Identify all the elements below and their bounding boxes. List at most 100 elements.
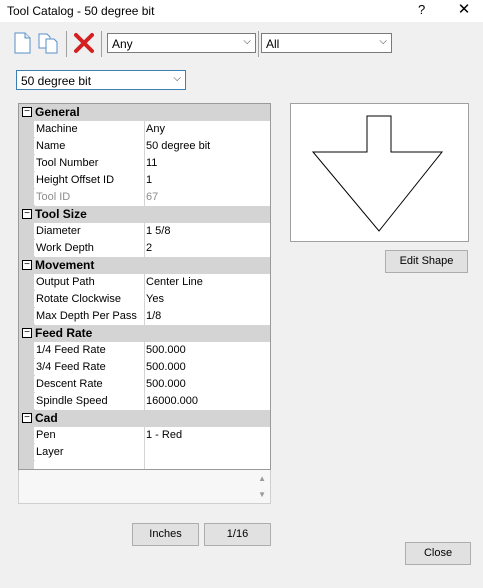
property-value[interactable]: Yes bbox=[145, 291, 270, 308]
category-label: General bbox=[35, 105, 80, 119]
property-name: Tool ID bbox=[35, 189, 145, 206]
scroll-down-icon[interactable]: ▼ bbox=[258, 490, 266, 499]
category-general[interactable]: − General bbox=[19, 104, 270, 121]
collapse-icon[interactable]: − bbox=[22, 413, 32, 423]
close-button[interactable]: Close bbox=[405, 542, 471, 565]
description-panel: ▲ ▼ bbox=[18, 470, 271, 504]
property-name bbox=[35, 461, 145, 469]
category-cad[interactable]: − Cad bbox=[19, 410, 270, 427]
property-row bbox=[19, 461, 270, 469]
property-row[interactable]: Rotate Clockwise Yes bbox=[19, 291, 270, 308]
property-row[interactable]: Spindle Speed 16000.000 bbox=[19, 393, 270, 410]
row-gutter bbox=[19, 393, 34, 410]
property-row[interactable]: Output Path Center Line bbox=[19, 274, 270, 291]
toolbar-separator bbox=[101, 31, 102, 57]
property-value[interactable]: Any bbox=[145, 121, 270, 138]
fraction-button[interactable]: 1/16 bbox=[204, 523, 271, 546]
row-gutter bbox=[19, 223, 34, 240]
row-gutter bbox=[19, 359, 34, 376]
inches-button[interactable]: Inches bbox=[132, 523, 199, 546]
property-value[interactable] bbox=[145, 444, 270, 461]
chevron-down-icon: ⌵ bbox=[243, 36, 251, 47]
property-row[interactable]: 3/4 Feed Rate 500.000 bbox=[19, 359, 270, 376]
row-gutter bbox=[19, 138, 34, 155]
delete-x-icon bbox=[74, 33, 94, 53]
help-button[interactable]: ? bbox=[418, 2, 425, 17]
property-value[interactable]: Center Line bbox=[145, 274, 270, 291]
property-value[interactable]: 1 - Red bbox=[145, 427, 270, 444]
property-row[interactable]: Pen 1 - Red bbox=[19, 427, 270, 444]
row-gutter bbox=[19, 189, 34, 206]
property-row[interactable]: Machine Any bbox=[19, 121, 270, 138]
row-gutter bbox=[19, 172, 34, 189]
property-name: Layer bbox=[35, 444, 145, 461]
property-grid[interactable]: − General Machine Any Name 50 degree bit… bbox=[18, 103, 271, 470]
toolbar-separator bbox=[258, 31, 259, 57]
filter-machine-select[interactable]: Any ⌵ bbox=[107, 33, 256, 53]
scroll-up-icon[interactable]: ▲ bbox=[258, 474, 266, 483]
collapse-icon[interactable]: − bbox=[22, 209, 32, 219]
property-value[interactable]: 1 bbox=[145, 172, 270, 189]
row-gutter bbox=[19, 444, 34, 461]
property-row[interactable]: Name 50 degree bit bbox=[19, 138, 270, 155]
category-label: Movement bbox=[35, 258, 95, 272]
chevron-down-icon: ⌵ bbox=[173, 73, 181, 84]
title-bar: Tool Catalog - 50 degree bit ? ✕ bbox=[0, 0, 483, 22]
tool-select-value: 50 degree bit bbox=[21, 74, 92, 88]
property-row[interactable]: Height Offset ID 1 bbox=[19, 172, 270, 189]
property-name: Machine bbox=[35, 121, 145, 138]
row-gutter bbox=[19, 121, 34, 138]
category-tool-size[interactable]: − Tool Size bbox=[19, 206, 270, 223]
property-value[interactable]: 1 5/8 bbox=[145, 223, 270, 240]
property-name: Pen bbox=[35, 427, 145, 444]
property-row[interactable]: Max Depth Per Pass 1/8 bbox=[19, 308, 270, 325]
row-gutter bbox=[19, 155, 34, 172]
property-row[interactable]: Work Depth 2 bbox=[19, 240, 270, 257]
property-value[interactable]: 1/8 bbox=[145, 308, 270, 325]
row-gutter bbox=[19, 240, 34, 257]
category-feed-rate[interactable]: − Feed Rate bbox=[19, 325, 270, 342]
property-name: 1/4 Feed Rate bbox=[35, 342, 145, 359]
tool-select[interactable]: 50 degree bit ⌵ bbox=[16, 70, 186, 90]
filter-category-select[interactable]: All ⌵ bbox=[261, 33, 392, 53]
property-name: Spindle Speed bbox=[35, 393, 145, 410]
property-row: Tool ID 67 bbox=[19, 189, 270, 206]
property-value[interactable]: 50 degree bit bbox=[145, 138, 270, 155]
property-name: Tool Number bbox=[35, 155, 145, 172]
collapse-icon[interactable]: − bbox=[22, 260, 32, 270]
property-row[interactable]: Tool Number 11 bbox=[19, 155, 270, 172]
property-row[interactable]: 1/4 Feed Rate 500.000 bbox=[19, 342, 270, 359]
property-name: Descent Rate bbox=[35, 376, 145, 393]
new-tool-button[interactable] bbox=[10, 31, 34, 55]
category-movement[interactable]: − Movement bbox=[19, 257, 270, 274]
delete-tool-button[interactable] bbox=[72, 31, 96, 55]
property-value: 67 bbox=[145, 189, 270, 206]
property-name: Name bbox=[35, 138, 145, 155]
property-name: Work Depth bbox=[35, 240, 145, 257]
window-title: Tool Catalog - 50 degree bit bbox=[7, 4, 155, 18]
property-row[interactable]: Layer bbox=[19, 444, 270, 461]
collapse-icon[interactable]: − bbox=[22, 328, 32, 338]
category-label: Tool Size bbox=[35, 207, 87, 221]
property-value[interactable]: 16000.000 bbox=[145, 393, 270, 410]
property-value[interactable]: 500.000 bbox=[145, 376, 270, 393]
row-gutter bbox=[19, 342, 34, 359]
property-value[interactable]: 11 bbox=[145, 155, 270, 172]
property-value[interactable]: 500.000 bbox=[145, 342, 270, 359]
property-name: Rotate Clockwise bbox=[35, 291, 145, 308]
row-gutter bbox=[19, 461, 34, 469]
property-value[interactable]: 2 bbox=[145, 240, 270, 257]
collapse-icon[interactable]: − bbox=[22, 107, 32, 117]
property-row[interactable]: Descent Rate 500.000 bbox=[19, 376, 270, 393]
property-name: 3/4 Feed Rate bbox=[35, 359, 145, 376]
property-row[interactable]: Diameter 1 5/8 bbox=[19, 223, 270, 240]
toolbar-separator bbox=[66, 31, 67, 57]
filter-machine-value: Any bbox=[112, 37, 133, 51]
copy-tool-button[interactable] bbox=[36, 31, 60, 55]
row-gutter bbox=[19, 427, 34, 444]
close-window-button[interactable]: ✕ bbox=[454, 0, 474, 22]
copy-document-icon bbox=[38, 33, 58, 54]
edit-shape-button[interactable]: Edit Shape bbox=[385, 250, 468, 273]
property-name: Diameter bbox=[35, 223, 145, 240]
property-value[interactable]: 500.000 bbox=[145, 359, 270, 376]
